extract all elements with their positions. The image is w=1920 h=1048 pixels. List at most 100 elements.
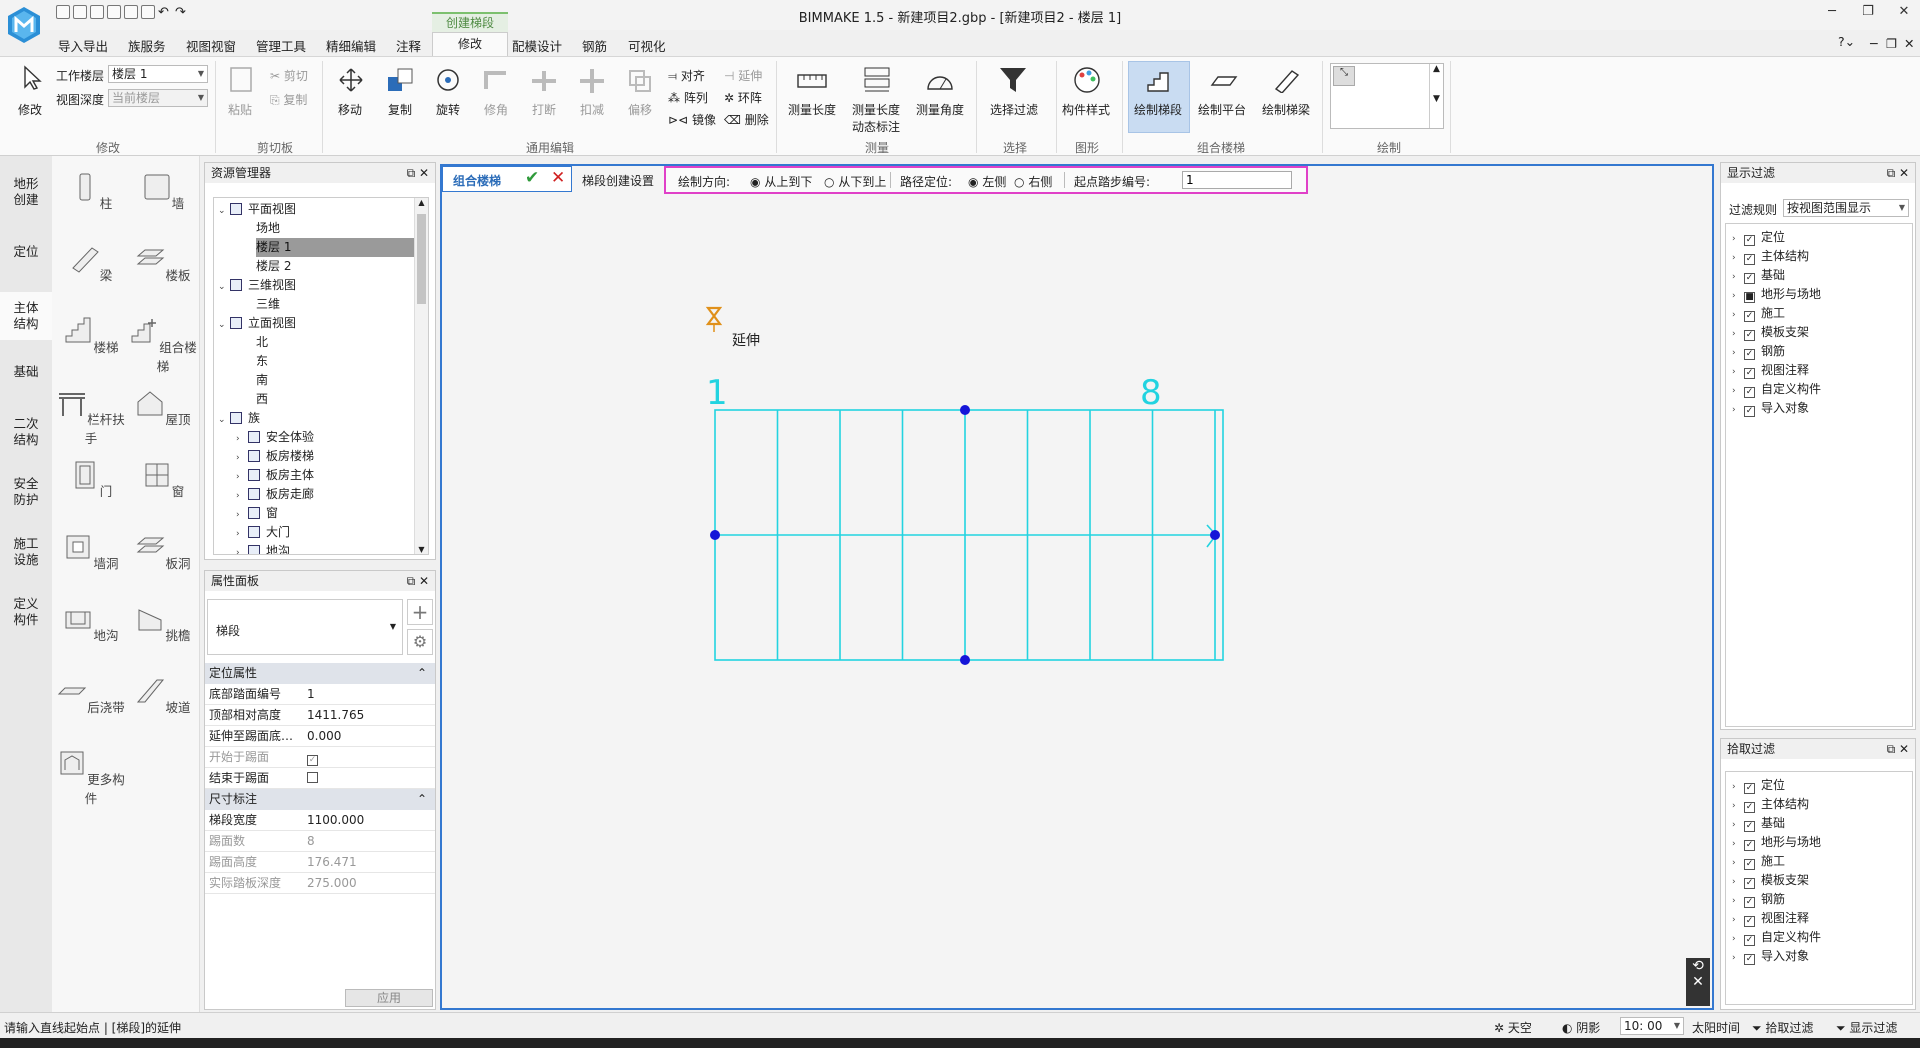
draw-line-icon[interactable]: ⤡ (1333, 66, 1355, 86)
filter-item[interactable]: › ✓ 地形与场地 (1732, 833, 1821, 852)
filter-checkbox[interactable]: ✓ (1744, 916, 1755, 927)
gallery-scroll[interactable]: ▲ ▼ (1429, 64, 1443, 128)
radio-right[interactable]: ○ 右侧 (1014, 173, 1052, 190)
tree-node[interactable]: 南 (256, 371, 268, 390)
expand-chevron-icon[interactable]: › (236, 544, 248, 554)
tree-node[interactable]: 东 (256, 352, 268, 371)
modify-button[interactable]: 修改 (18, 101, 42, 118)
cut-button[interactable]: ✂ 剪切 (270, 67, 308, 84)
tree-node[interactable]: 北 (256, 333, 268, 352)
delete-button[interactable]: ⌫ 删除 (724, 111, 769, 128)
break-icon[interactable] (530, 67, 558, 93)
doc-minimize-button[interactable]: ─ (1870, 36, 1878, 51)
measure-angle-icon[interactable] (924, 67, 956, 93)
offset-icon[interactable] (626, 67, 654, 93)
expand-chevron-icon[interactable]: › (1732, 949, 1744, 968)
filter-item[interactable]: › ✓ 钢筋 (1732, 342, 1785, 361)
display-filter-toggle[interactable]: ⏷ 显示过滤 (1836, 1019, 1897, 1036)
component-window[interactable]: 窗 (128, 460, 198, 500)
measure-dynamic-button[interactable]: 测量长度 动态标注 (852, 101, 900, 135)
category-main-structure[interactable]: 主体 结构 (0, 292, 52, 340)
tree-node[interactable]: › 窗 (236, 504, 278, 523)
tree-node[interactable]: › 板房楼梯 (236, 447, 314, 466)
component-door[interactable]: 门 (56, 460, 126, 500)
select-filter-button[interactable]: 选择过滤 (990, 101, 1038, 118)
property-section-header[interactable]: 定位属性 ⌃ (205, 663, 435, 684)
measure-angle-button[interactable]: 测量角度 (916, 101, 964, 118)
filter-checkbox[interactable]: ✓ (1744, 897, 1755, 908)
filter-rule-select[interactable]: 按视图范围显示 ▼ (1783, 199, 1909, 217)
corner-button[interactable]: 修角 (484, 101, 508, 118)
copy-clip-button[interactable]: ⎘ 复制 (270, 91, 307, 108)
component-beam[interactable]: 梁 (56, 244, 126, 284)
panel-pin-close-icon[interactable]: ⧉ ✕ (407, 571, 429, 591)
filter-item[interactable]: › ✓ 钢筋 (1732, 890, 1785, 909)
palette-icon[interactable] (1072, 65, 1102, 95)
filter-item[interactable]: › ✓ 模板支架 (1732, 323, 1809, 342)
filter-item[interactable]: › ✓ 视图注释 (1732, 909, 1809, 928)
collapse-chevron-icon[interactable]: ⌃ (417, 789, 427, 810)
filter-checkbox[interactable]: ■ (1744, 292, 1755, 303)
filter-checkbox[interactable]: ✓ (1744, 368, 1755, 379)
shadow-toggle[interactable]: ◐ 阴影 (1562, 1019, 1600, 1036)
tree-node[interactable]: › 板房走廊 (236, 485, 314, 504)
filter-funnel-icon[interactable] (998, 65, 1028, 95)
copy-elem-icon[interactable] (386, 67, 414, 93)
category-custom[interactable]: 定义 构件 (0, 596, 52, 628)
tab-fine-edit[interactable]: 精细编辑 (326, 36, 376, 55)
filter-item[interactable]: › ✓ 定位 (1732, 228, 1785, 247)
tree-node[interactable]: 三维 (256, 295, 280, 314)
draw-platform-button[interactable]: 绘制平台 (1198, 101, 1246, 118)
rotate-button[interactable]: 旋转 (436, 101, 460, 118)
draw-gallery[interactable]: ⤡ ▲ ▼ (1330, 63, 1444, 129)
category-construction[interactable]: 施工 设施 (0, 536, 52, 568)
apply-button[interactable]: 应用 (345, 989, 433, 1007)
draw-beam-icon[interactable] (1272, 67, 1302, 93)
filter-item[interactable]: › ✓ 主体结构 (1732, 795, 1809, 814)
filter-item[interactable]: › ✓ 导入对象 (1732, 399, 1809, 418)
tab-manage-tools[interactable]: 管理工具 (256, 36, 306, 55)
filter-checkbox[interactable]: ✓ (1744, 954, 1755, 965)
radio-left[interactable]: ◉ 左侧 (968, 173, 1006, 190)
view-depth-select[interactable]: 当前楼层 ▼ (108, 89, 208, 107)
component-eave[interactable]: 挑檐 (128, 604, 198, 644)
component-stair[interactable]: 楼梯 (56, 316, 126, 356)
expand-chevron-icon[interactable]: ⌄ (218, 202, 230, 221)
copy-button[interactable]: 复制 (388, 101, 412, 118)
filter-checkbox[interactable]: ✓ (1744, 802, 1755, 813)
filter-checkbox[interactable]: ✓ (1744, 840, 1755, 851)
filter-checkbox[interactable]: ✓ (1744, 349, 1755, 360)
type-selector[interactable]: 梯段 ▼ (207, 599, 403, 655)
filter-checkbox[interactable]: ✓ (1744, 406, 1755, 417)
radio-bottom-up[interactable]: ○ 从下到上 (824, 173, 886, 190)
component-wall[interactable]: 墙 (128, 172, 198, 212)
filter-checkbox[interactable]: ✓ (1744, 935, 1755, 946)
property-checkbox[interactable]: ✓ (307, 755, 318, 766)
rotate-icon[interactable] (434, 67, 462, 93)
array-button[interactable]: ⁂ 阵列 (668, 89, 708, 106)
component-slab-opening[interactable]: 板洞 (128, 532, 198, 572)
tab-visualize[interactable]: 可视化 (628, 36, 666, 55)
expand-chevron-icon[interactable]: › (1732, 401, 1744, 420)
draw-platform-icon[interactable] (1208, 71, 1238, 91)
filter-item[interactable]: › ✓ 模板支架 (1732, 871, 1809, 890)
component-style-button[interactable]: 构件样式 (1062, 101, 1110, 118)
type-settings-gear-icon[interactable]: ⚙ (407, 629, 433, 655)
move-button[interactable]: 移动 (338, 101, 362, 118)
tab-modify[interactable]: 修改 (432, 32, 508, 56)
tab-annotation[interactable]: 注释 (396, 36, 421, 55)
pick-filter-toggle[interactable]: ⏷ 拾取过滤 (1752, 1019, 1813, 1036)
start-step-input[interactable] (1182, 171, 1292, 189)
extend-button[interactable]: ⊣ 延伸 (724, 67, 762, 84)
corner-icon[interactable] (482, 67, 510, 93)
filter-checkbox[interactable]: ✓ (1744, 387, 1755, 398)
confirm-check-icon[interactable]: ✔ (525, 168, 539, 188)
minimize-button[interactable]: ─ (1822, 4, 1842, 20)
tree-node[interactable]: ⌄ 立面视图 (218, 314, 296, 333)
tab-view-window[interactable]: 视图视窗 (186, 36, 236, 55)
tree-node[interactable]: 场地 (256, 219, 280, 238)
filter-item[interactable]: › ✓ 定位 (1732, 776, 1785, 795)
panel-pin-close-icon[interactable]: ⧉ ✕ (1887, 163, 1909, 183)
property-value[interactable] (307, 768, 324, 789)
property-value[interactable]: 1100.000 (307, 810, 364, 831)
